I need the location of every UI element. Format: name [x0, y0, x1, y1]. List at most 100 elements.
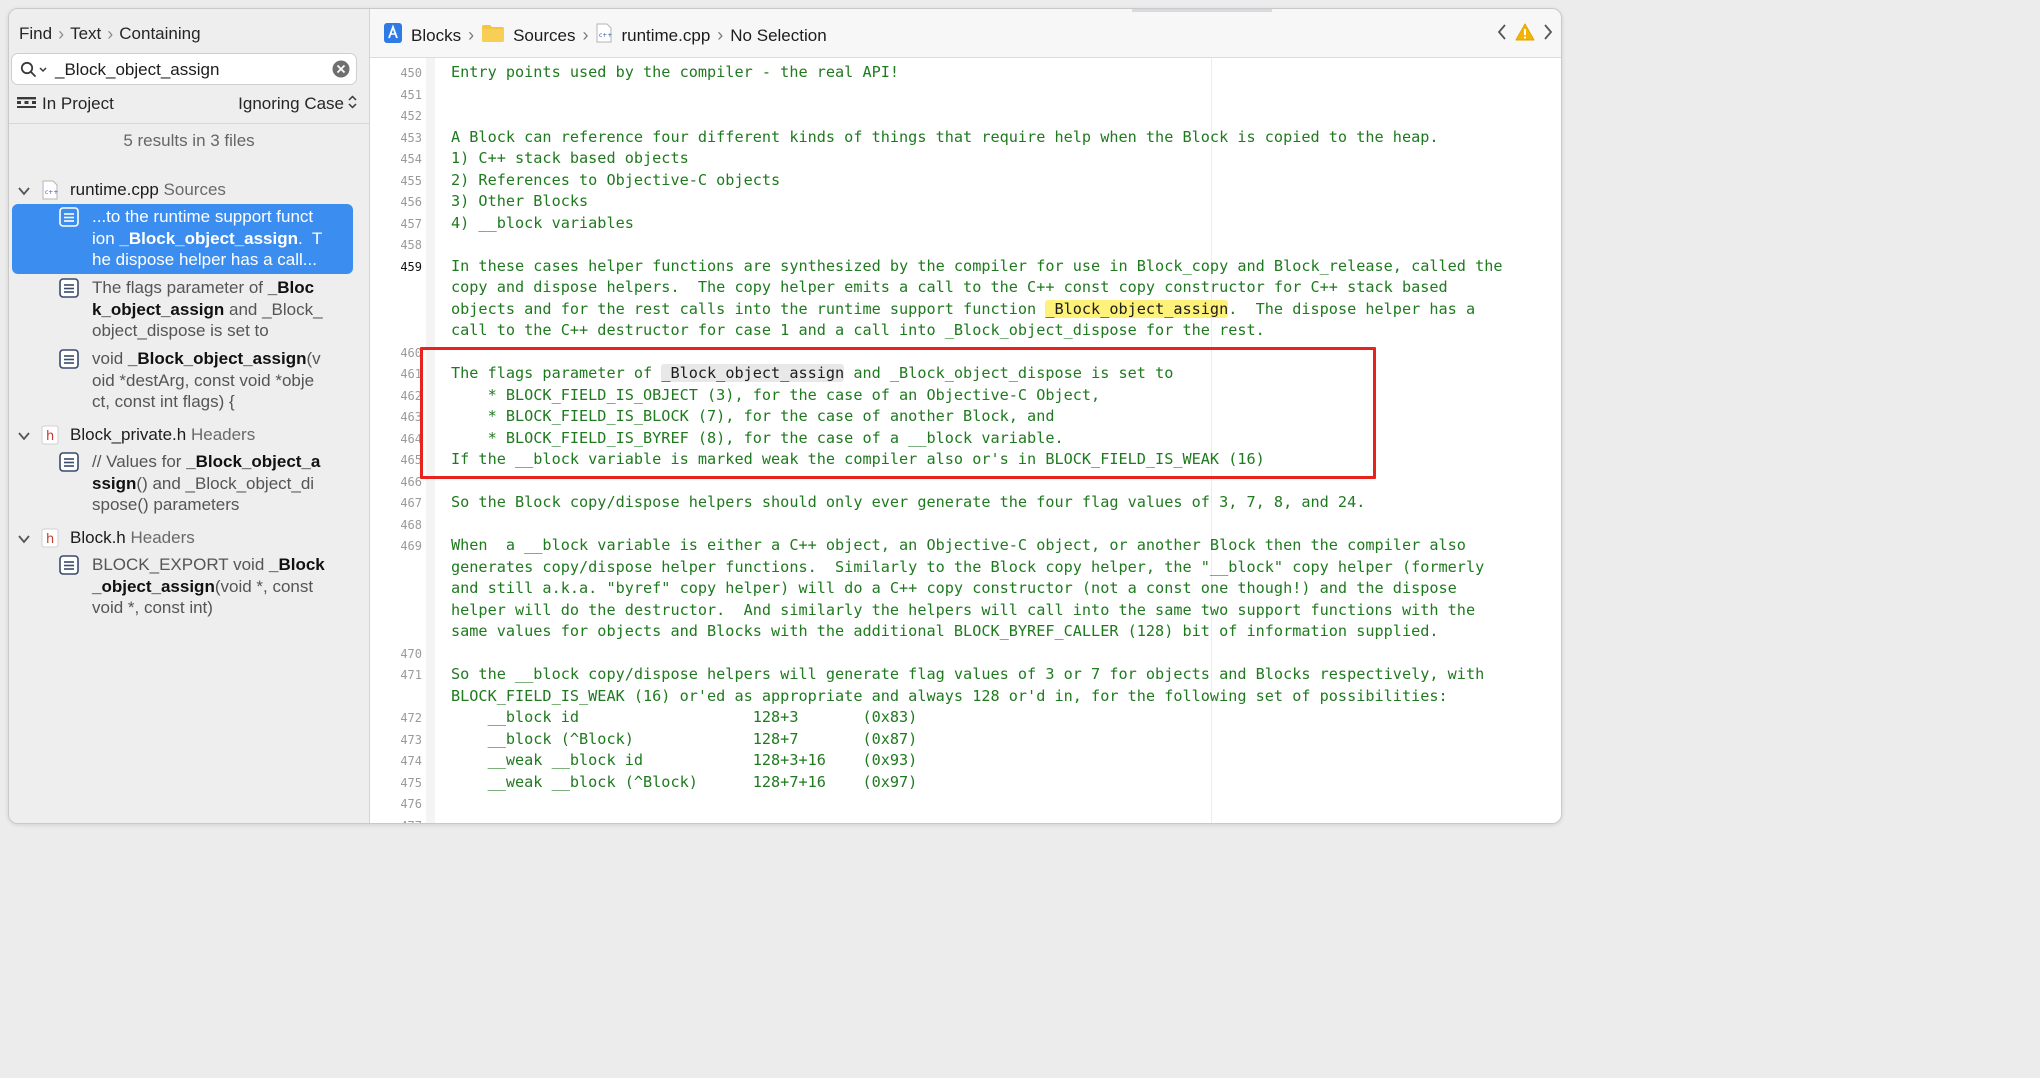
code-line: and still a.k.a. "byref" copy helper) wi…: [370, 578, 1561, 600]
line-number: 460: [400, 345, 422, 360]
path-breadcrumb: Blocks › Sources › c++ runtime.cpp › No …: [383, 22, 827, 49]
code-line: generates copy/dispose helper functions.…: [370, 557, 1561, 579]
line-number: 467: [400, 496, 422, 510]
breadcrumb-file[interactable]: c++ runtime.cpp: [595, 23, 710, 48]
breadcrumb-project[interactable]: Blocks: [383, 22, 461, 49]
code-line: 453 A Block can reference four different …: [370, 127, 1561, 149]
search-result-item[interactable]: The flags parameter of _Bloc k_object_ass…: [12, 275, 353, 345]
text-match-icon: [59, 349, 79, 375]
code-text: __weak __block (^Block) 128+7+16 (0x97): [451, 772, 918, 791]
search-result-item[interactable]: ...to the runtime support funct ion _Bloc…: [12, 204, 353, 274]
code-text: generates copy/dispose helper functions.…: [451, 557, 1485, 576]
result-file-row[interactable]: h Block.h Headers: [9, 527, 369, 551]
line-number: 461: [400, 367, 422, 381]
find-mode-text[interactable]: Text: [70, 24, 101, 44]
clear-search-icon[interactable]: [332, 60, 350, 83]
code-line: 467 So the Block copy/dispose helpers sho…: [370, 492, 1561, 514]
code-line: 455 2) References to Objective-C objects: [370, 170, 1561, 192]
line-number: 462: [400, 388, 422, 403]
line-number: 455: [400, 173, 422, 188]
result-file-row[interactable]: h Block_private.h Headers: [9, 424, 369, 448]
disclosure-triangle-icon[interactable]: [17, 531, 31, 551]
search-field[interactable]: _Block_object_assign: [11, 53, 357, 85]
next-issue-icon[interactable]: [1543, 23, 1553, 46]
code-text: __block (^Block) 128+7 (0x87): [451, 729, 918, 748]
code-line: BLOCK_FIELD_IS_WEAK (16) or'ed as approp…: [370, 686, 1561, 708]
line-number: 470: [400, 646, 422, 661]
code-line: 451: [370, 84, 1561, 106]
find-mode-find[interactable]: Find: [19, 24, 52, 44]
source-editor[interactable]: 450 Entry points used by the compiler - t…: [370, 58, 1561, 823]
code-text: __weak __block id 128+3+16 (0x93): [451, 751, 918, 769]
line-number: 472: [400, 711, 422, 725]
line-number: 453: [400, 130, 422, 145]
annotation-highlight-box: [420, 347, 1376, 479]
code-text: 3) Other Blocks: [451, 192, 589, 210]
line-number: 451: [400, 87, 422, 102]
warning-icon[interactable]: [1515, 23, 1535, 46]
line-number: 465: [400, 453, 422, 467]
line-number: 452: [400, 109, 422, 123]
code-text: In these cases helper functions are synt…: [451, 256, 1503, 275]
jump-bar: Blocks › Sources › c++ runtime.cpp › No …: [370, 9, 1561, 58]
line-number: 457: [400, 216, 422, 231]
line-number: 474: [400, 754, 422, 768]
breadcrumb-symbol[interactable]: No Selection: [730, 26, 826, 46]
code-text: BLOCK_FIELD_IS_WEAK (16) or'ed as approp…: [451, 686, 1448, 705]
line-number: 468: [400, 517, 422, 532]
previous-issue-icon[interactable]: [1497, 23, 1507, 46]
search-result-item[interactable]: void _Block_object_assign(v oid *destArg,…: [12, 346, 353, 416]
svg-text:c++: c++: [599, 32, 612, 39]
code-text: 4) __block variables: [451, 213, 634, 232]
case-sensitivity-popup[interactable]: Ignoring Case: [238, 94, 357, 114]
line-number: 458: [400, 238, 422, 252]
breadcrumb-symbol-label: No Selection: [730, 25, 827, 45]
scope-icon: [17, 94, 36, 114]
code-text: 1) C++ stack based objects: [451, 149, 689, 167]
code-line: 477: [370, 815, 1561, 824]
code-line: 474 __weak __block id 128+3+16 (0x93): [370, 750, 1561, 772]
code-line: 452: [370, 105, 1561, 127]
line-number: 475: [400, 775, 422, 790]
svg-text:h: h: [46, 429, 54, 444]
find-mode-breadcrumb: Find › Text › Containing: [19, 23, 201, 45]
line-number: 476: [400, 797, 422, 811]
line-number: 450: [400, 66, 422, 80]
case-mode-label: Ignoring Case: [238, 94, 344, 113]
code-text: and still a.k.a. "byref" copy helper) wi…: [451, 579, 1457, 597]
line-number: 466: [400, 474, 422, 489]
disclosure-triangle-icon[interactable]: [17, 183, 31, 203]
text-match-icon: [59, 207, 79, 233]
code-line: 456 3) Other Blocks: [370, 191, 1561, 213]
line-number: 459: [400, 259, 422, 274]
cpp-file-icon: c++: [41, 180, 59, 205]
code-line: 459 In these cases helper functions are s…: [370, 256, 1561, 278]
code-line: call to the C++ destructor for case 1 an…: [370, 320, 1561, 342]
header-file-icon: h: [41, 528, 59, 553]
find-mode-containing[interactable]: Containing: [119, 24, 200, 44]
up-down-chevron-icon: [348, 94, 357, 114]
breadcrumb-project-label: Blocks: [411, 25, 462, 45]
search-result-item[interactable]: BLOCK_EXPORT void _Block _object_assign(v…: [12, 552, 353, 622]
result-file-group: Headers: [186, 425, 256, 444]
search-input[interactable]: _Block_object_assign: [55, 60, 219, 80]
search-options-icon[interactable]: [20, 61, 50, 84]
code-text: copy and dispose helpers. The copy helpe…: [451, 278, 1448, 296]
divider: [9, 123, 369, 124]
code-line: copy and dispose helpers. The copy helpe…: [370, 277, 1561, 299]
chevron-right-icon: ›: [468, 25, 475, 45]
code-line: 458: [370, 234, 1561, 256]
code-line: 450 Entry points used by the compiler - t…: [370, 62, 1561, 84]
code-line: 469 When a __block variable is either a C…: [370, 535, 1561, 557]
search-result-item[interactable]: // Values for _Block_object_a ssign() and…: [12, 449, 353, 519]
code-line: 473 __block (^Block) 128+7 (0x87): [370, 729, 1561, 751]
result-file-group: Headers: [125, 528, 195, 547]
result-file-row[interactable]: c++ runtime.cpp Sources: [9, 179, 369, 203]
breadcrumb-folder[interactable]: Sources: [481, 23, 575, 48]
disclosure-triangle-icon[interactable]: [17, 428, 31, 448]
search-result-text: BLOCK_EXPORT void _Block _object_assign(v…: [92, 555, 325, 617]
code-line: 471 So the __block copy/dispose helpers w…: [370, 664, 1561, 686]
scope-selector[interactable]: In Project: [17, 94, 114, 114]
code-text: call to the C++ destructor for case 1 an…: [451, 321, 1265, 339]
line-number: 473: [400, 732, 422, 747]
